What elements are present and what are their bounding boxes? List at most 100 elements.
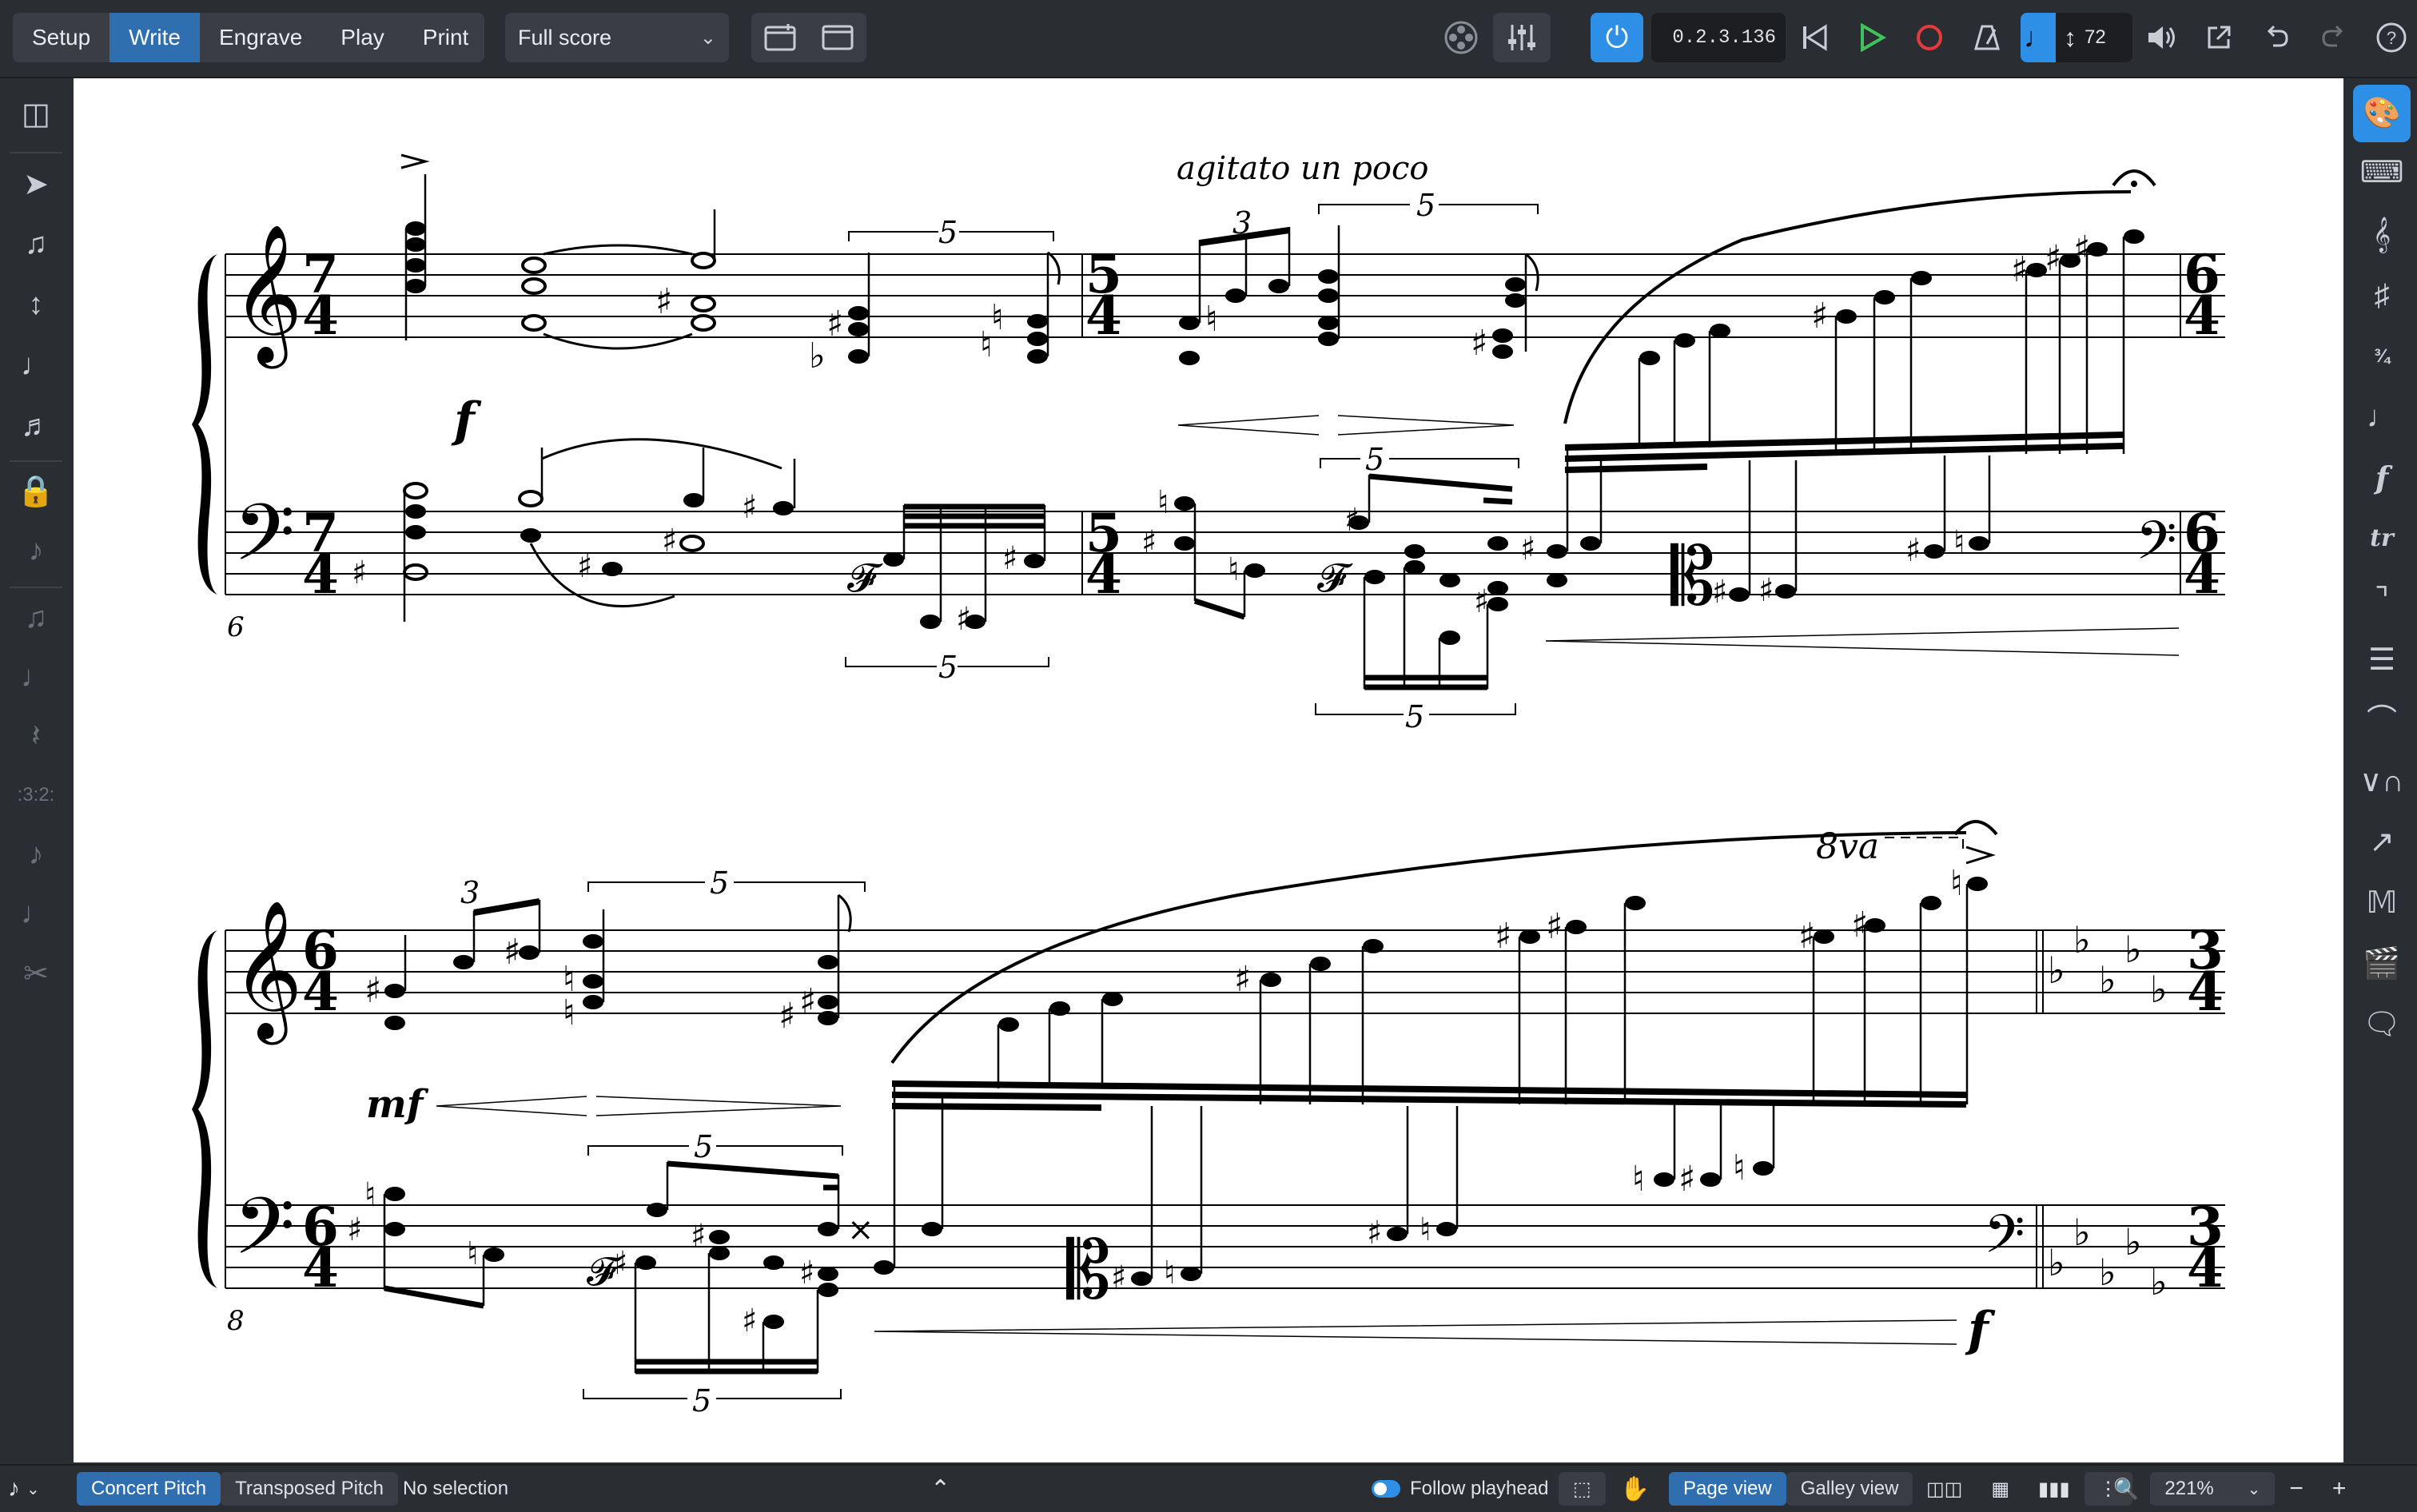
- zoom-out-button[interactable]: −: [2275, 1472, 2318, 1506]
- undo-button[interactable]: [2248, 13, 2305, 62]
- tremolo-button[interactable]: ♩: [0, 337, 72, 393]
- holds-pauses-button[interactable]: ⌒: [2353, 692, 2411, 750]
- bars-barlines-button[interactable]: ☰: [2353, 631, 2411, 689]
- new-tab-button[interactable]: [751, 13, 809, 62]
- svg-text:♯: ♯: [1474, 583, 1489, 620]
- mode-write[interactable]: Write: [110, 13, 200, 62]
- help-button[interactable]: ?: [2363, 13, 2417, 62]
- lines-icon: ↗: [2369, 826, 2395, 859]
- notations-button[interactable]: 𝕄: [2353, 874, 2411, 932]
- speaker-button[interactable]: [2132, 13, 2190, 62]
- play-button[interactable]: [1843, 13, 1901, 62]
- left-toolbox: ◫ ➤ ♫ ↕ ♩ ♬ 🔒 ♪ ♫ ♩ 𝄽 :3:2: ♪ ♩ ✂: [0, 78, 72, 1462]
- collapse-panel-button[interactable]: ⌃: [930, 1472, 950, 1506]
- mode-play[interactable]: Play: [321, 13, 403, 62]
- activate-button[interactable]: ⏻: [1591, 13, 1643, 62]
- palette-button[interactable]: 🎨: [2353, 85, 2411, 142]
- horizontal-pages-button[interactable]: ▮▮▮: [2024, 1472, 2085, 1506]
- expression-text[interactable]: agitato un poco: [1177, 150, 1428, 187]
- svg-text:♮: ♮: [1632, 1159, 1645, 1200]
- treble-clef-1: 𝄞: [232, 224, 303, 369]
- mode-print[interactable]: Print: [404, 13, 484, 62]
- lines-button[interactable]: ↗: [2353, 814, 2411, 871]
- cues-button[interactable]: 🎬: [2353, 935, 2411, 993]
- grace-note-button[interactable]: ♪: [0, 523, 72, 579]
- tempo-icon: ♩: [2367, 400, 2397, 434]
- svg-text:♯: ♯: [1712, 574, 1727, 611]
- export-button[interactable]: [2190, 13, 2248, 62]
- lock-duration-button[interactable]: 🔒: [0, 464, 72, 519]
- dynamic-f-1[interactable]: f: [451, 392, 482, 448]
- tuplet-button[interactable]: :3:2:: [0, 767, 72, 823]
- bass-clef-2: 𝄢: [233, 1181, 295, 1292]
- svg-text:♯: ♯: [1471, 323, 1487, 364]
- clefs-button[interactable]: 𝄞: [2353, 206, 2411, 264]
- tuplet-numbers-1: 3 5 5 5 5 5: [938, 188, 1435, 734]
- bass-clef-1: 𝄢: [233, 487, 295, 599]
- window-button[interactable]: [809, 13, 866, 62]
- layout-selector[interactable]: Full score ⌄: [505, 13, 729, 62]
- brace-1: [192, 254, 217, 595]
- score-page[interactable]: 𝄞 𝄢 74 74 54 54 64 64 𝄢 𝄡 6 agitato un p: [74, 78, 2343, 1462]
- svg-text:♮: ♮: [1950, 863, 1963, 904]
- export-icon: [2208, 26, 2231, 49]
- rewind-button[interactable]: [1786, 13, 1843, 62]
- mode-engrave[interactable]: Engrave: [200, 13, 321, 62]
- slash-button[interactable]: ♪: [0, 826, 72, 882]
- dynamic-f-2[interactable]: f: [1965, 1302, 1996, 1358]
- barlines-1: [225, 254, 2181, 595]
- rest-button[interactable]: 𝄽: [0, 708, 72, 764]
- record-button[interactable]: [1901, 13, 1958, 62]
- galley-view-button[interactable]: Galley view: [1786, 1472, 1913, 1506]
- marquee-tool-button[interactable]: ⬚: [1559, 1472, 1606, 1506]
- bass-notes-bar6: [403, 482, 1989, 645]
- insert-mode-button[interactable]: ♪ ⌄: [8, 1472, 40, 1506]
- zoom-in-button[interactable]: +: [2318, 1472, 2361, 1506]
- note-input-button[interactable]: ♫: [0, 216, 72, 272]
- accent-mark: [400, 153, 430, 169]
- concert-pitch-button[interactable]: Concert Pitch: [77, 1472, 221, 1506]
- playing-techniques-button[interactable]: ∨∩: [2353, 753, 2411, 810]
- bars-barlines-icon: ☰: [2367, 643, 2396, 677]
- redo-button[interactable]: [2305, 13, 2363, 62]
- brace-2: [192, 930, 217, 1288]
- video-button[interactable]: [1435, 13, 1487, 62]
- click-button[interactable]: [1958, 13, 2016, 62]
- left-panel-toggle-button[interactable]: ◫: [0, 86, 72, 142]
- horizontal-pages-icon: ▮▮▮: [2038, 1478, 2070, 1500]
- spreads-button[interactable]: ◫◫: [1912, 1472, 1977, 1506]
- transpose-button[interactable]: ↕: [0, 277, 72, 332]
- tie-button[interactable]: ♩: [0, 885, 72, 941]
- single-pages-button[interactable]: ▦: [1977, 1472, 2024, 1506]
- dynamics-button[interactable]: f: [2353, 449, 2411, 507]
- svg-text:4: 4: [2187, 961, 2224, 1023]
- keyboard-button[interactable]: ⌨: [2353, 144, 2411, 201]
- svg-text:♮: ♮: [364, 1176, 376, 1213]
- add-note-button[interactable]: ♫: [0, 590, 72, 646]
- mixer-button[interactable]: [1493, 13, 1551, 62]
- repeats-button[interactable]: ⌝: [2353, 571, 2411, 628]
- transpose-icon: ↕: [28, 288, 44, 321]
- mode-setup[interactable]: Setup: [13, 13, 110, 62]
- tempo-display[interactable]: ♩ ↕ 72: [2021, 13, 2132, 62]
- follow-playhead-toggle[interactable]: Follow playhead: [1372, 1472, 1548, 1506]
- beam: [473, 898, 540, 916]
- dynamic-mf[interactable]: mf: [366, 1082, 429, 1127]
- comments-button[interactable]: 🗨: [2353, 996, 2411, 1053]
- ornaments-button[interactable]: tr: [2353, 510, 2411, 567]
- page-view-button[interactable]: Page view: [1669, 1472, 1786, 1506]
- stem-direction-button[interactable]: ♬: [0, 398, 72, 454]
- score-canvas[interactable]: 𝄞 𝄢 74 74 54 54 64 64 𝄢 𝄡 6 agitato un p: [74, 78, 2343, 1462]
- hand-tool-button[interactable]: ✋: [1606, 1472, 1664, 1506]
- select-tool-button[interactable]: ➤: [0, 157, 72, 213]
- toggle-switch[interactable]: [1372, 1480, 1400, 1498]
- octave-line-label[interactable]: 8va: [1816, 826, 1879, 867]
- svg-text:♯: ♯: [1678, 1159, 1695, 1200]
- tempo-button[interactable]: ♩: [2353, 388, 2411, 446]
- transposed-pitch-button[interactable]: Transposed Pitch: [221, 1472, 398, 1506]
- key-signatures-button[interactable]: ♯: [2353, 267, 2411, 324]
- scissors-button[interactable]: ✂: [0, 946, 72, 1002]
- note-duration-button[interactable]: ♩: [0, 649, 72, 705]
- time-signatures-button[interactable]: ¾: [2353, 328, 2411, 385]
- zoom-select[interactable]: 221% ⌄: [2150, 1472, 2276, 1506]
